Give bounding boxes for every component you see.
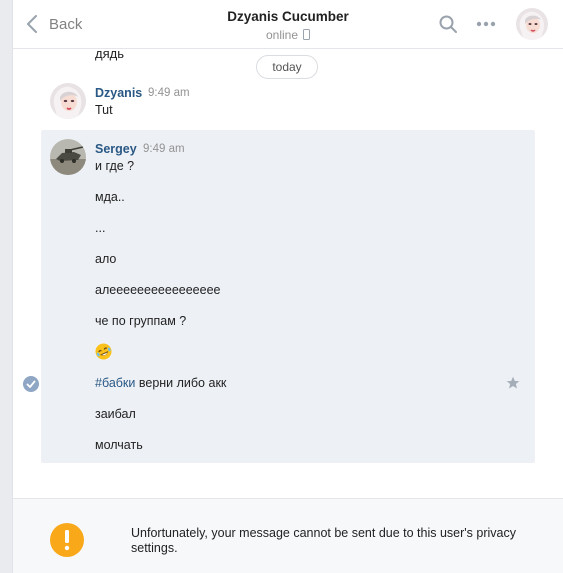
avatar[interactable] — [50, 139, 86, 175]
chat-header: Back Dzyanis Cucumber online — [13, 0, 563, 49]
back-label: Back — [49, 15, 83, 33]
peer-status: online — [188, 28, 388, 42]
peer-name[interactable]: Dzyanis Cucumber — [188, 9, 388, 24]
star-icon[interactable] — [506, 376, 520, 390]
chevron-left-icon — [27, 15, 37, 33]
hashtag-link[interactable]: #бабки — [95, 376, 135, 390]
selected-check-icon[interactable] — [23, 376, 39, 392]
message-text: заибал — [95, 407, 136, 421]
message-text: молчать — [95, 438, 143, 452]
privacy-notice: Unfortunately, your message cannot be se… — [13, 498, 563, 573]
message-text: алееееееееееееееее — [95, 283, 221, 297]
message-time[interactable]: 9:49 am — [143, 143, 185, 155]
phone-icon — [303, 29, 311, 40]
avatar[interactable] — [50, 83, 86, 119]
message-text: #бабки верни либо акк — [95, 376, 226, 390]
author-name[interactable]: Dzyanis — [95, 86, 142, 100]
peer-avatar[interactable] — [516, 8, 548, 40]
search-icon[interactable] — [438, 14, 458, 34]
status-text: online — [265, 28, 299, 42]
message-text: и где ? — [95, 159, 135, 173]
chat-window: Back Dzyanis Cucumber online дядь today … — [12, 0, 563, 573]
message-text: дядь — [95, 48, 124, 61]
message-text-rest: верни либо акк — [135, 376, 227, 390]
message-text: че по группам ? — [95, 314, 187, 328]
message-text: Tut — [95, 103, 113, 117]
more-horizontal-icon[interactable] — [475, 14, 497, 34]
message-group-selected[interactable]: Sergey 9:49 am и где ? мда.. ... ало але… — [13, 130, 563, 463]
privacy-notice-text: Unfortunately, your message cannot be se… — [131, 526, 516, 555]
message-group[interactable]: Dzyanis 9:49 am Tut — [13, 81, 563, 123]
message-text: ало — [95, 252, 117, 266]
message-text: ... — [95, 221, 106, 235]
message-history[interactable]: дядь today Dzyanis 9:49 am Tut Sergey 9:… — [13, 48, 563, 498]
back-button[interactable]: Back — [25, 12, 82, 36]
message-text: мда.. — [95, 190, 125, 204]
exclamation-circle-icon — [50, 523, 84, 557]
rofl-emoji-icon — [95, 343, 112, 360]
message-time[interactable]: 9:49 am — [148, 87, 190, 99]
date-separator: today — [256, 55, 318, 79]
author-name[interactable]: Sergey — [95, 142, 137, 156]
